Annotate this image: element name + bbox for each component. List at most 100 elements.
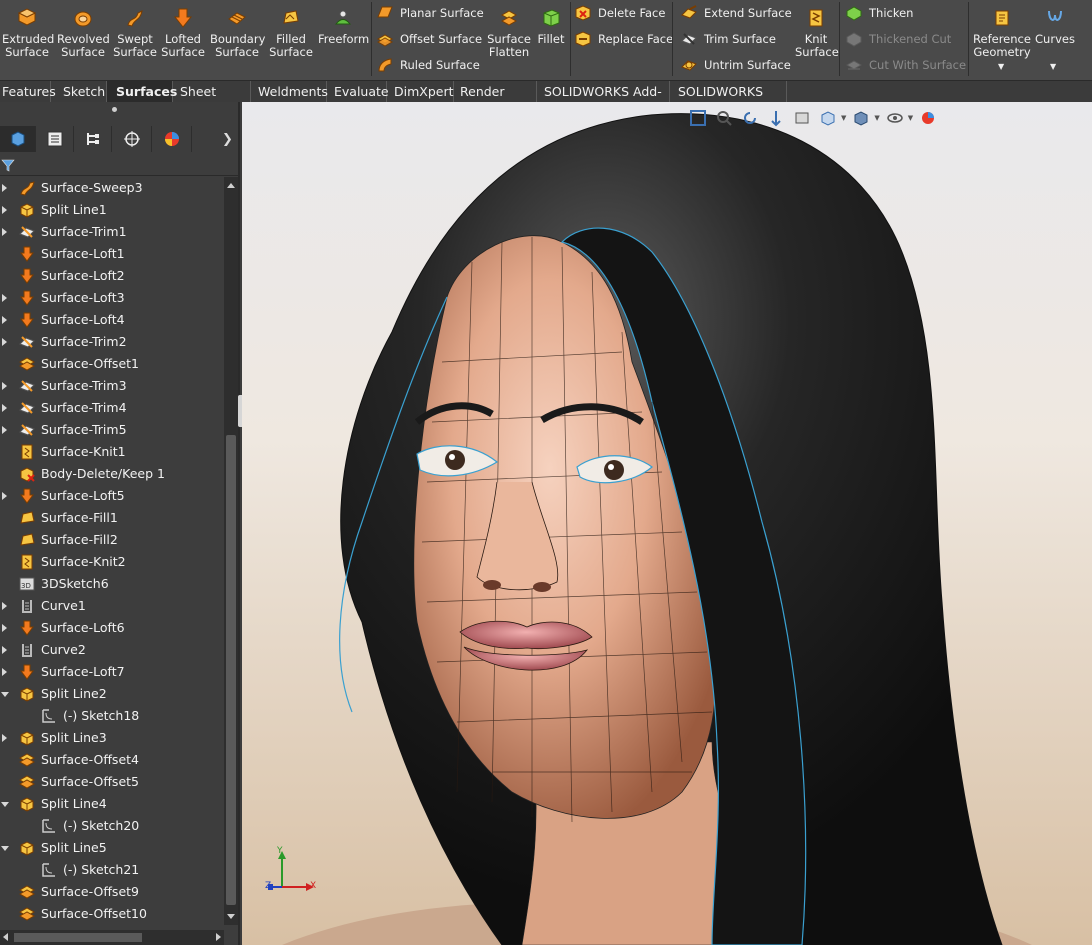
display-style-icon[interactable]: [850, 107, 872, 129]
tab-surfaces[interactable]: Surfaces: [107, 81, 177, 103]
hide-show-items-icon[interactable]: [884, 107, 906, 129]
filled-surface-button[interactable]: Filled Surface: [268, 4, 314, 59]
expand-arrow-icon[interactable]: [2, 228, 7, 236]
planar-surface-button[interactable]: Planar Surface: [376, 2, 484, 24]
view-orientation-dropdown-icon[interactable]: ▼: [841, 114, 846, 122]
extruded-surface-button[interactable]: Extruded Surface: [2, 4, 54, 59]
expand-arrow-icon[interactable]: [2, 382, 7, 390]
tree-node[interactable]: Surface-Loft2: [0, 265, 224, 287]
tab-weldments[interactable]: Weldments: [251, 81, 328, 103]
zoom-to-fit-icon[interactable]: [687, 107, 709, 129]
expand-arrow-icon[interactable]: [2, 492, 7, 500]
extend-surface-button[interactable]: Extend Surface: [680, 2, 792, 24]
graphics-viewport[interactable]: ▼ ▼ ▼ Y X Z: [242, 102, 1092, 945]
panel-grip[interactable]: [0, 102, 238, 124]
filter-icon[interactable]: [1, 158, 15, 172]
section-view-icon[interactable]: [765, 107, 787, 129]
tree-node[interactable]: Curve1: [0, 595, 224, 617]
expand-arrow-icon[interactable]: [2, 184, 7, 192]
tree-node[interactable]: Surface-Offset4: [0, 749, 224, 771]
tree-node[interactable]: (-) Sketch21: [0, 859, 224, 881]
tree-node[interactable]: Surface-Fill2: [0, 529, 224, 551]
offset-surface-button[interactable]: Offset Surface: [376, 28, 482, 50]
expand-arrow-icon[interactable]: [2, 294, 7, 302]
boundary-surface-button[interactable]: Boundary Surface: [210, 4, 265, 59]
tree-node[interactable]: Surface-Offset5: [0, 771, 224, 793]
tree-node[interactable]: Surface-Offset10: [0, 903, 224, 925]
display-style-dropdown-icon[interactable]: ▼: [874, 114, 879, 122]
display-manager-tab[interactable]: [152, 126, 192, 152]
knit-surface-button[interactable]: Knit Surface: [795, 4, 839, 59]
view-orientation-icon[interactable]: [817, 107, 839, 129]
tree-node[interactable]: Surface-Loft3: [0, 287, 224, 309]
tab-solidworks-add-ins[interactable]: SOLIDWORKS Add-Ins: [537, 81, 670, 120]
curves-button[interactable]: Curves: [1035, 4, 1075, 46]
tree-node[interactable]: Surface-Trim4: [0, 397, 224, 419]
tree-node[interactable]: Split Line5: [0, 837, 224, 859]
previous-view-icon[interactable]: [739, 107, 761, 129]
tree-node[interactable]: Split Line3: [0, 727, 224, 749]
thicken-button[interactable]: Thicken: [845, 2, 913, 24]
lofted-surface-button[interactable]: Lofted Surface: [161, 4, 205, 59]
expand-arrow-icon[interactable]: [2, 316, 7, 324]
property-manager-tab[interactable]: [36, 126, 74, 152]
untrim-surface-button[interactable]: Untrim Surface: [680, 54, 791, 76]
expand-arrow-icon[interactable]: [2, 668, 7, 676]
expand-arrow-icon[interactable]: [2, 734, 7, 742]
tree-node[interactable]: Curve2: [0, 639, 224, 661]
tree-node[interactable]: Surface-Trim2: [0, 331, 224, 353]
tree-node[interactable]: Split Line4: [0, 793, 224, 815]
tree-node[interactable]: Surface-Loft6: [0, 617, 224, 639]
expand-arrow-icon[interactable]: [2, 624, 7, 632]
dynamic-annotation-icon[interactable]: [791, 107, 813, 129]
swept-surface-button[interactable]: Swept Surface: [113, 4, 157, 59]
tree-node[interactable]: Surface-Knit2: [0, 551, 224, 573]
reference-geometry-dropdown-icon[interactable]: ▼: [998, 62, 1004, 71]
tree-node[interactable]: Surface-Offset9: [0, 881, 224, 903]
configuration-manager-tab[interactable]: [74, 126, 112, 152]
tree-node[interactable]: Surface-Fill1: [0, 507, 224, 529]
tree-vertical-scrollbar[interactable]: [224, 177, 238, 925]
tab-dimxpert[interactable]: DimXpert: [387, 81, 454, 103]
tree-node[interactable]: Split Line2: [0, 683, 224, 705]
tab-render-tools[interactable]: Render Tools: [454, 81, 537, 120]
more-tabs-chevron-icon[interactable]: ❯: [222, 132, 233, 147]
cut-with-surface-button[interactable]: Cut With Surface: [845, 54, 966, 76]
tree-horizontal-scrollbar[interactable]: [0, 930, 224, 945]
tree-node[interactable]: Surface-Trim5: [0, 419, 224, 441]
tab-evaluate[interactable]: Evaluate: [327, 81, 389, 103]
tree-node[interactable]: Surface-Loft1: [0, 243, 224, 265]
tree-node[interactable]: Split Line1: [0, 199, 224, 221]
replace-face-button[interactable]: Replace Face: [574, 28, 673, 50]
freeform-button[interactable]: Freeform: [318, 4, 369, 46]
tree-node[interactable]: Surface-Trim1: [0, 221, 224, 243]
tab-sheet-metal[interactable]: Sheet Metal: [173, 81, 251, 120]
tree-node[interactable]: (-) Sketch18: [0, 705, 224, 727]
reference-geometry-button[interactable]: Reference Geometry: [972, 4, 1032, 59]
tree-node[interactable]: Surface-Loft4: [0, 309, 224, 331]
dimxpert-manager-tab[interactable]: [112, 126, 152, 152]
tab-solidworks-mbd[interactable]: SOLIDWORKS MBD: [670, 81, 787, 120]
expand-arrow-icon[interactable]: [2, 426, 7, 434]
thickened-cut-button[interactable]: Thickened Cut: [845, 28, 951, 50]
tree-node[interactable]: Body-Delete/Keep 1: [0, 463, 224, 485]
expand-arrow-icon[interactable]: [2, 206, 7, 214]
hide-show-dropdown-icon[interactable]: ▼: [908, 114, 913, 122]
tree-node[interactable]: Surface-Trim3: [0, 375, 224, 397]
tree-node[interactable]: Surface-Loft7: [0, 661, 224, 683]
tree-node[interactable]: Surface-Loft5: [0, 485, 224, 507]
appearance-icon[interactable]: [917, 107, 939, 129]
expand-arrow-icon[interactable]: [2, 646, 7, 654]
curves-dropdown-icon[interactable]: ▼: [1050, 62, 1056, 71]
collapse-arrow-icon[interactable]: [1, 692, 9, 697]
expand-arrow-icon[interactable]: [2, 602, 7, 610]
ruled-surface-button[interactable]: Ruled Surface: [376, 54, 480, 76]
collapse-arrow-icon[interactable]: [1, 802, 9, 807]
collapse-arrow-icon[interactable]: [1, 846, 9, 851]
delete-face-button[interactable]: Delete Face: [574, 2, 665, 24]
tree-node[interactable]: Surface-Sweep3: [0, 177, 224, 199]
tab-sketch[interactable]: Sketch: [51, 81, 107, 103]
fillet-button[interactable]: Fillet: [533, 4, 569, 46]
expand-arrow-icon[interactable]: [2, 404, 7, 412]
zoom-to-area-icon[interactable]: [713, 107, 735, 129]
